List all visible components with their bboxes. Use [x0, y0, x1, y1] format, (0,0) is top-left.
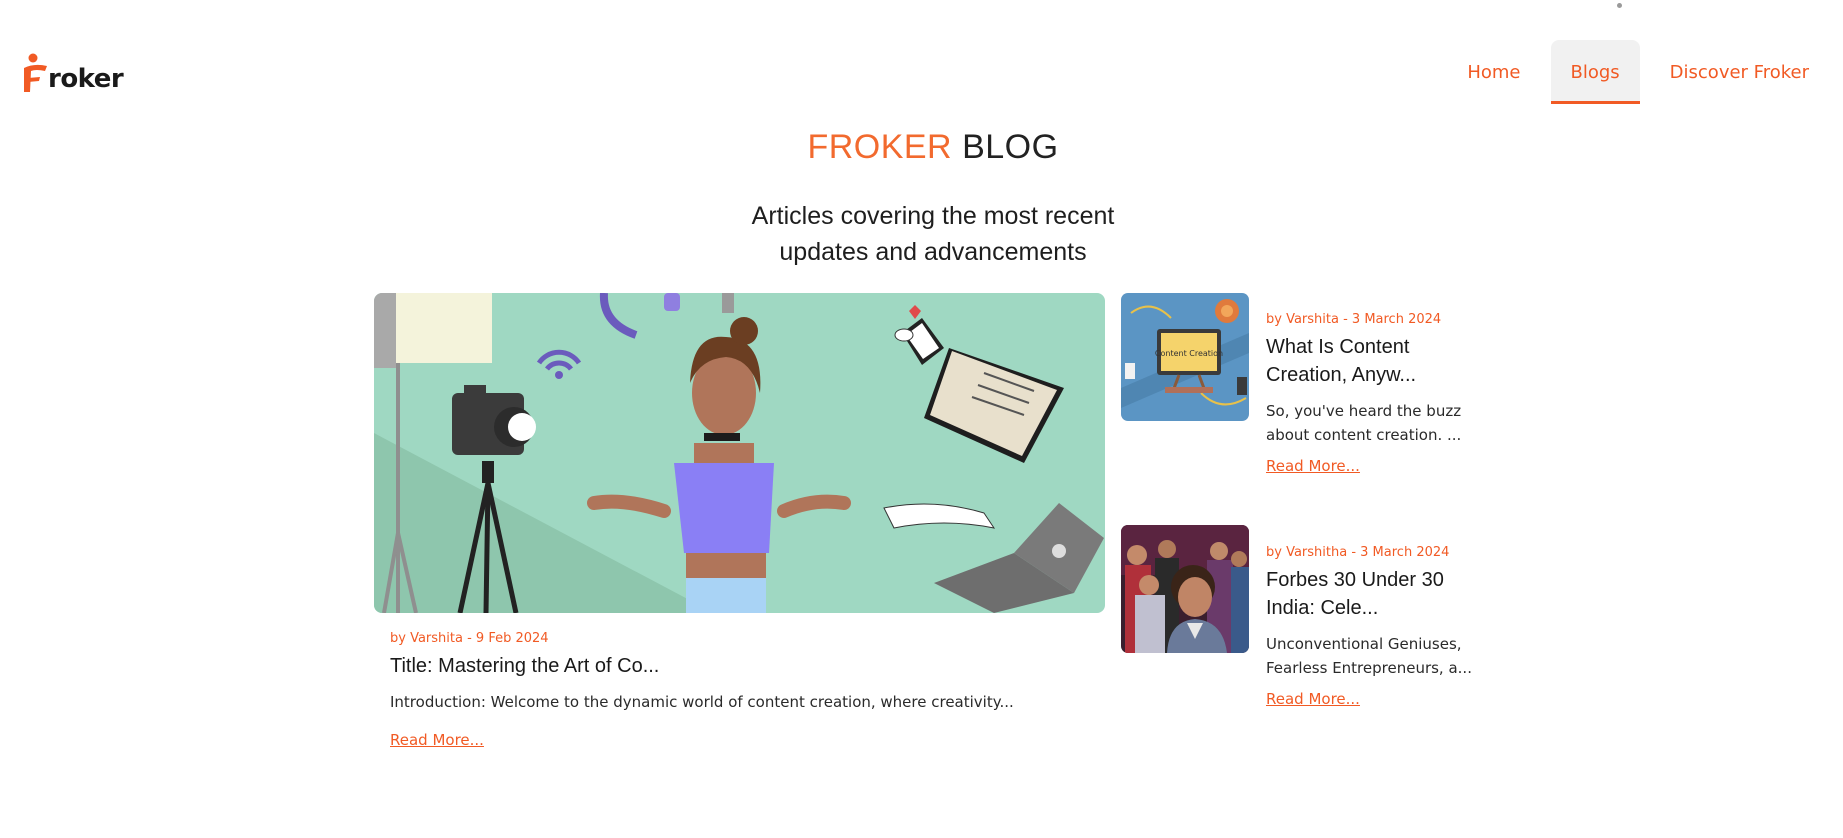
side-post-2-excerpt: Unconventional Geniuses, Fearless Entrep…	[1266, 635, 1472, 677]
froker-logo[interactable]: roker	[22, 48, 124, 96]
page-title-accent: FROKER	[807, 128, 953, 166]
featured-post-title[interactable]: Title: Mastering the Art of Co...	[390, 652, 659, 680]
featured-read-more-link[interactable]: Read More...	[390, 731, 484, 749]
side-post-1-title[interactable]: What Is Content Creation, Anyw...	[1266, 333, 1496, 389]
nav-discover-froker[interactable]: Discover Froker	[1650, 40, 1829, 104]
nav-blogs[interactable]: Blogs	[1550, 40, 1640, 104]
froker-logo-icon	[24, 53, 47, 92]
logo-wordmark: roker	[48, 64, 124, 94]
side-post-1-excerpt: So, you've heard the buzz about content …	[1266, 402, 1462, 444]
main-nav: Home Blogs Discover Froker	[1437, 40, 1829, 104]
subtitle-line-1: Articles covering the most recent	[751, 202, 1115, 230]
side-post-1-read-more-link[interactable]: Read More...	[1266, 457, 1360, 475]
side-post-2-title[interactable]: Forbes 30 Under 30 India: Cele...	[1266, 566, 1496, 622]
featured-post-image[interactable]	[374, 293, 1105, 613]
page-title: FROKER BLOG	[0, 128, 1843, 167]
subtitle-line-2: updates and advancements	[779, 238, 1087, 266]
side-post-2-text: by Varshitha - 3 March 2024 Forbes 30 Un…	[1266, 545, 1496, 709]
side-post-2-image[interactable]	[1121, 525, 1249, 653]
page-subtitle: Articles covering the most recent update…	[659, 198, 1207, 270]
page-title-rest: BLOG	[962, 128, 1059, 166]
forbes-group-photo	[1121, 525, 1249, 653]
nav-home[interactable]: Home	[1447, 40, 1540, 104]
featured-post-meta: by Varshita - 9 Feb 2024	[390, 631, 549, 646]
side-post-2-read-more-link[interactable]: Read More...	[1266, 690, 1360, 708]
content-creation-image-text: Content Creation	[1155, 349, 1223, 358]
status-dot	[1617, 3, 1622, 8]
featured-post-excerpt: Introduction: Welcome to the dynamic wor…	[390, 693, 1014, 711]
side-post-2-meta: by Varshitha - 3 March 2024	[1266, 545, 1450, 560]
side-post-1-meta: by Varshita - 3 March 2024	[1266, 312, 1442, 327]
side-post-1-text: by Varshita - 3 March 2024 What Is Conte…	[1266, 312, 1496, 476]
content-creation-illustration: Content Creation	[1121, 293, 1249, 421]
side-post-1-image[interactable]: Content Creation	[1121, 293, 1249, 421]
content-creator-illustration	[374, 293, 1105, 613]
